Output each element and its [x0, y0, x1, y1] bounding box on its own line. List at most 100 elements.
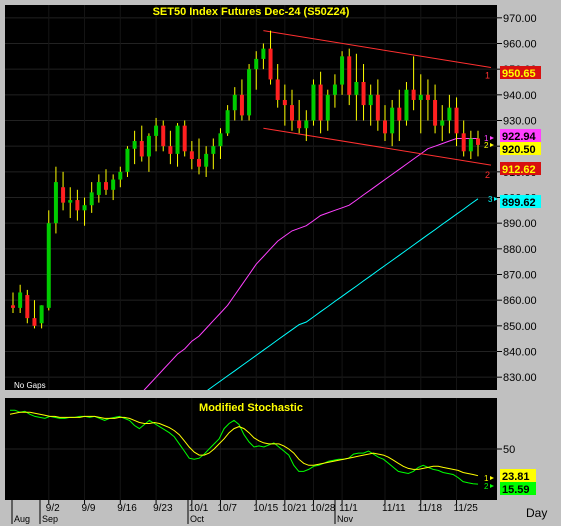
candle	[247, 64, 252, 121]
date-tick-label: 11/18	[418, 503, 443, 514]
candle-body	[46, 223, 51, 308]
candle-body	[82, 205, 87, 211]
date-tick-label: 9/23	[153, 503, 173, 514]
candle-body	[139, 141, 144, 157]
price-tag-value: 920.50	[502, 144, 536, 156]
candle	[182, 120, 187, 157]
candle-body	[32, 318, 37, 326]
stochastic-tag-value: 23.81	[502, 471, 530, 483]
candle-body	[383, 120, 387, 134]
candle-body	[325, 94, 330, 121]
candle-body	[61, 187, 66, 203]
candle-body	[311, 84, 316, 121]
price-tick-label: 860.00	[503, 295, 537, 307]
candle-body	[461, 133, 466, 152]
candle-body	[68, 200, 73, 203]
candle-body	[18, 292, 23, 308]
price-tick-label: 840.00	[503, 347, 537, 359]
candle-body	[247, 69, 252, 116]
price-tick-label: 930.00	[503, 116, 537, 128]
month-label: Sep	[42, 514, 58, 524]
candle-body	[197, 159, 201, 167]
price-marker-label: 3	[488, 195, 493, 204]
stochastic-tag-value: 15.59	[502, 484, 530, 496]
candle-body	[168, 146, 173, 154]
candle-body	[440, 120, 445, 126]
candle-body	[354, 82, 359, 95]
candle-body	[182, 125, 187, 152]
candle-body	[368, 94, 373, 106]
candle-body	[304, 120, 309, 129]
candle-body	[204, 153, 209, 167]
price-tick-label: 960.00	[503, 39, 537, 51]
candle-body	[282, 99, 287, 106]
candle-body	[25, 295, 30, 319]
date-tick-label: 9/9	[82, 503, 96, 514]
candle-body	[275, 79, 280, 100]
price-tick-label: 850.00	[503, 321, 537, 333]
candle-body	[297, 120, 302, 129]
candle-body	[447, 107, 452, 121]
candle-body	[418, 94, 423, 100]
candle-body	[225, 110, 230, 134]
date-tick-label: 11/1	[339, 503, 358, 514]
date-tick-label: 10/15	[253, 503, 278, 514]
candle-body	[161, 125, 166, 147]
candle-body	[218, 133, 223, 147]
date-tick-label: 11/11	[382, 503, 406, 514]
price-tick-label: 870.00	[503, 270, 537, 282]
candle-body	[146, 135, 151, 157]
candle	[311, 79, 316, 126]
period-label[interactable]: Day	[526, 506, 547, 520]
price-tag-value: 899.62	[502, 197, 536, 209]
stochastic-title: Modified Stochastic	[199, 402, 303, 414]
candle-body	[425, 94, 430, 100]
candle-body	[375, 94, 380, 121]
candle-body	[397, 107, 402, 121]
candle-body	[347, 56, 352, 95]
candle-body	[118, 171, 123, 180]
candle-body	[104, 182, 108, 190]
candle-body	[96, 182, 101, 195]
candle-body	[189, 151, 194, 159]
price-tag-value: 912.62	[502, 164, 536, 176]
candle-body	[154, 125, 159, 136]
candle-body	[390, 107, 395, 134]
date-tick-label: 9/16	[117, 503, 137, 514]
candle-body	[290, 105, 294, 121]
candle-body	[175, 125, 180, 154]
price-tick-label: 970.00	[503, 13, 537, 25]
date-tick-label: 9/2	[46, 503, 60, 514]
price-tick-label: 880.00	[503, 244, 537, 256]
candle	[46, 210, 51, 311]
price-tick-label: 830.00	[503, 372, 537, 384]
stochastic-marker-label: 2	[484, 482, 489, 491]
month-label: Oct	[190, 514, 205, 524]
candle-body	[89, 192, 94, 206]
date-tick-label: 10/28	[310, 503, 335, 514]
candle-body	[340, 56, 345, 85]
price-tick-label: 940.00	[503, 90, 537, 102]
date-tick-label: 10/1	[189, 503, 209, 514]
candle-body	[125, 148, 130, 172]
chart-title: SET50 Index Futures Dec-24 (S50Z24)	[153, 6, 350, 18]
candle-body	[132, 141, 137, 149]
channel-label-1: 1	[485, 70, 490, 80]
price-tag-value: 922.94	[502, 131, 537, 143]
stochastic-tick-label: 50	[503, 444, 515, 456]
price-tick-label: 890.00	[503, 218, 537, 230]
candle-body	[211, 146, 216, 154]
month-label: Nov	[337, 514, 354, 524]
date-tick-label: 11/25	[454, 503, 479, 514]
candle-body	[476, 138, 480, 145]
candle-body	[318, 84, 323, 121]
candle-body	[332, 84, 337, 95]
candle-body	[433, 99, 438, 126]
candle-body	[404, 89, 409, 121]
candle-body	[411, 89, 416, 100]
price-tag-value: 950.65	[502, 68, 536, 80]
date-tick-label: 10/7	[217, 503, 237, 514]
candle-body	[39, 305, 44, 324]
candle-body	[239, 94, 244, 116]
chart-window: 12 970.00960.00950.00940.00930.00920.009…	[0, 0, 561, 526]
